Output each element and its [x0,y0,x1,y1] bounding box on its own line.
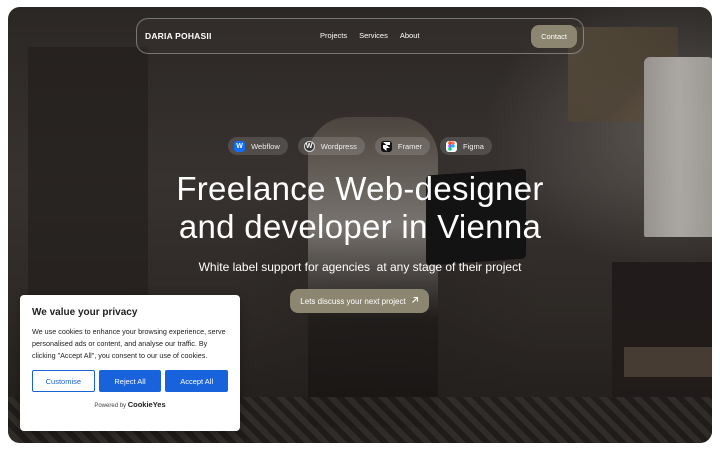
nav-link-projects[interactable]: Projects [320,31,347,40]
webflow-icon: W [234,140,246,152]
tool-pill-wordpress: W Wordpress [297,137,365,155]
tool-pill-label: Framer [397,141,423,151]
framer-icon [380,140,392,152]
cta-label: Lets discuss your next project [300,296,406,306]
tool-pill-label: Wordpress [320,141,357,151]
nav-link-about[interactable]: About [400,31,420,40]
hero-subtitle: White label support for agencies at any … [198,260,522,274]
arrow-up-right-icon [411,296,419,306]
powered-by: Powered by CookieYes [32,400,228,409]
hero-title: Freelance Web-designer and developer in … [0,170,720,246]
discuss-project-button[interactable]: Lets discuss your next project [290,289,429,313]
figma-icon [446,140,458,152]
powered-by-text: Powered by [94,403,127,409]
tool-pill-webflow: W Webflow [228,137,288,155]
reject-all-button[interactable]: Reject All [98,370,162,392]
accept-all-button[interactable]: Accept All [165,370,229,392]
cookie-consent-banner: We value your privacy We use cookies to … [20,295,240,431]
nav-link-services[interactable]: Services [359,31,388,40]
customise-button[interactable]: Customise [32,370,95,392]
cookie-heading: We value your privacy [32,307,138,318]
hero-title-line1: Freelance Web-designer [176,170,544,207]
cookie-body: We use cookies to enhance your browsing … [32,327,226,360]
contact-button[interactable]: Contact [531,24,577,48]
hero-title-line2: and developer in Vienna [178,208,542,245]
tool-pill-figma: Figma [440,137,492,155]
tool-pill-framer: Framer [374,137,431,155]
tool-pill-label: Webflow [251,141,280,151]
cookieyes-logo[interactable]: CookieYes [128,400,166,409]
nav-links: Projects Services About [320,31,419,40]
brand-logo[interactable]: DARIA POHASII [145,31,212,41]
tool-pill-label: Figma [463,141,484,151]
top-navigation: DARIA POHASII Projects Services About Co… [136,18,584,54]
tool-pills: W Webflow W Wordpress Framer Figma [0,137,720,155]
wordpress-icon: W [303,140,315,152]
cookie-buttons: Customise Reject All Accept All [32,370,229,392]
